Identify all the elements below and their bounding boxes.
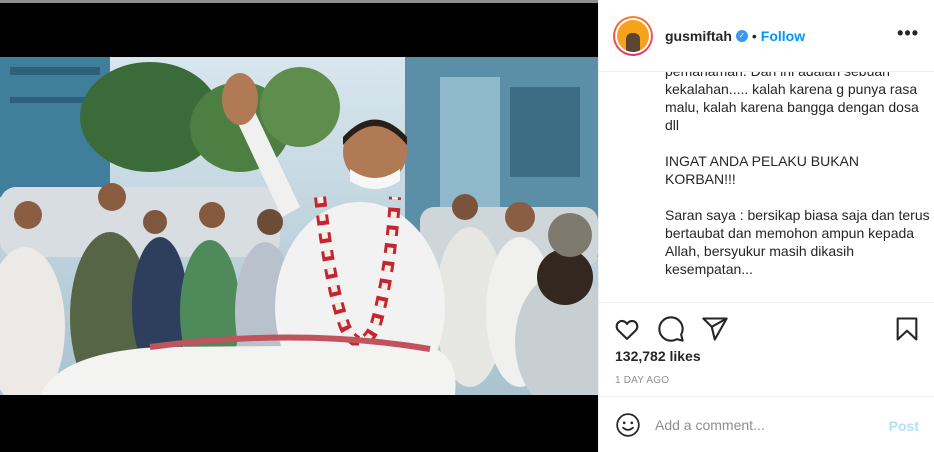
caption-paragraph: INGAT ANDA PELAKU BUKAN KORBAN!!! bbox=[665, 153, 859, 187]
username-link[interactable]: gusmiftah bbox=[665, 28, 732, 44]
verified-badge-icon: ✓ bbox=[735, 29, 748, 42]
caption-paragraph: pemahaman. Dan ini adalah sebuah kekalah… bbox=[665, 72, 919, 133]
emoji-icon[interactable] bbox=[615, 412, 641, 438]
bookmark-icon[interactable] bbox=[893, 315, 921, 343]
top-divider bbox=[0, 0, 598, 3]
caption-paragraph: Saran saya : bersikap biasa saja dan ter… bbox=[665, 207, 930, 277]
photo-illustration bbox=[0, 57, 598, 395]
avatar[interactable] bbox=[613, 15, 653, 56]
comment-icon[interactable] bbox=[657, 315, 685, 343]
caption-text: pemahaman. Dan ini adalah sebuah kekalah… bbox=[665, 72, 931, 296]
instagram-post-modal: gusmiftah ✓ • Follow ••• pemahaman. Dan … bbox=[0, 0, 934, 452]
comment-box: Post bbox=[599, 396, 934, 452]
post-photo[interactable] bbox=[0, 57, 598, 395]
comment-input[interactable] bbox=[655, 416, 875, 433]
action-icons bbox=[613, 315, 729, 343]
post-actions: 132,782 likes 1 DAY AGO bbox=[599, 302, 934, 402]
post-comment-button[interactable]: Post bbox=[889, 418, 919, 434]
heart-icon[interactable] bbox=[613, 315, 641, 343]
follow-button[interactable]: Follow bbox=[761, 28, 805, 44]
caption-scroll-area[interactable]: pemahaman. Dan ini adalah sebuah kekalah… bbox=[665, 72, 931, 301]
avatar-image bbox=[617, 19, 649, 52]
post-timestamp[interactable]: 1 DAY AGO bbox=[615, 375, 669, 386]
post-header: gusmiftah ✓ • Follow ••• bbox=[599, 0, 934, 72]
separator-dot: • bbox=[751, 27, 757, 44]
share-icon[interactable] bbox=[701, 315, 729, 343]
more-options-icon[interactable]: ••• bbox=[897, 24, 919, 42]
post-sidebar: gusmiftah ✓ • Follow ••• pemahaman. Dan … bbox=[598, 0, 934, 452]
likes-count[interactable]: 132,782 likes bbox=[615, 348, 701, 364]
